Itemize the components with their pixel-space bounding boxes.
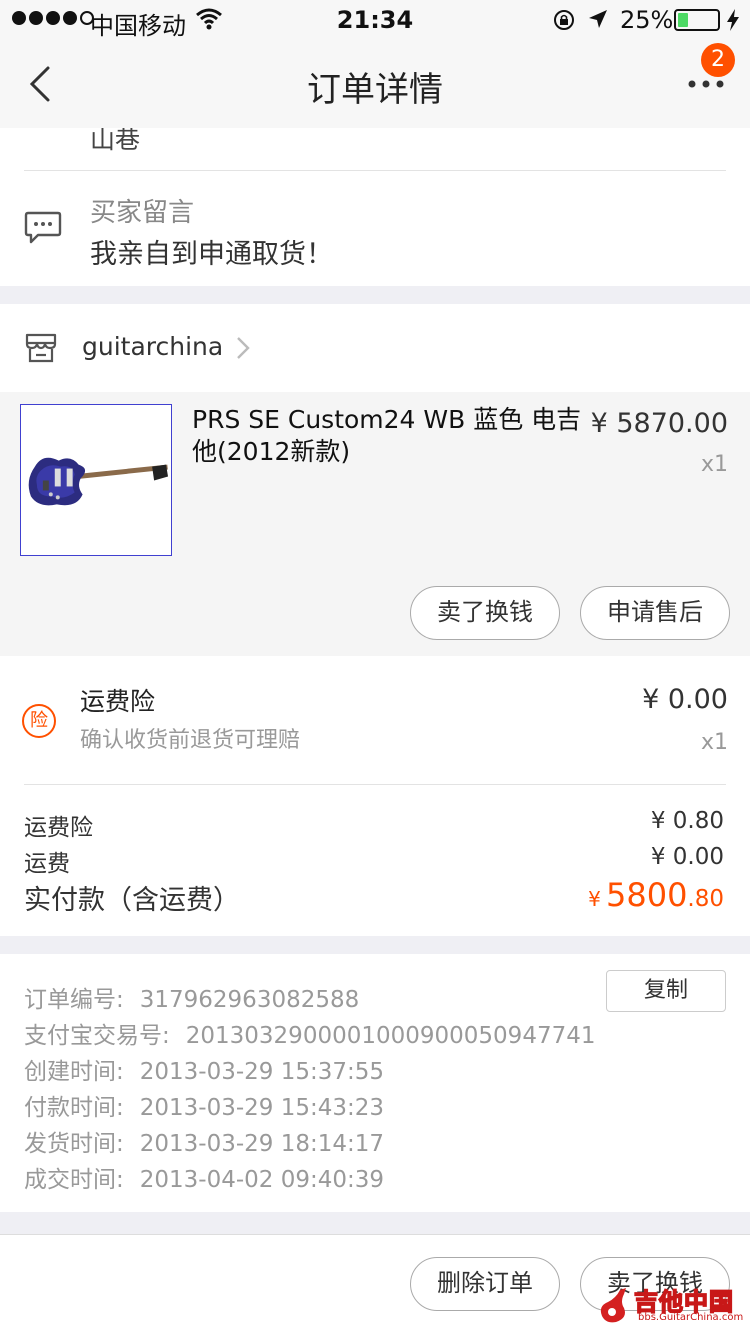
insurance-description: 确认收货前退货可理赔	[80, 728, 301, 753]
info-label: 支付宝交易号:	[24, 1023, 170, 1049]
insurance-name: 运费险	[80, 687, 156, 716]
order-number: 317962963082588	[139, 987, 360, 1013]
navigation-bar: 订单详情 2	[0, 40, 750, 128]
total-paid-label: 实付款（含运费）	[24, 885, 240, 916]
request-after-sales-button[interactable]: 申请售后	[580, 586, 730, 640]
shop-icon	[25, 333, 57, 363]
page-title: 订单详情	[307, 70, 443, 110]
info-label: 创建时间:	[24, 1059, 124, 1085]
shop-name[interactable]: guitarchina	[82, 332, 223, 361]
paid-time-row: 付款时间: 2013-03-29 15:43:23	[24, 1088, 384, 1122]
product-price: ¥ 5870.00	[590, 408, 728, 439]
shop-row[interactable]: guitarchina	[0, 304, 750, 392]
total-decimal: .80	[687, 886, 724, 912]
copy-button[interactable]: 复制	[606, 970, 726, 1012]
alipay-trade-number: 2013032900001000900050947741	[185, 1023, 596, 1049]
insurance-badge-icon: 险	[22, 704, 56, 738]
watermark-url: bbs.GuitarChina.com	[638, 1312, 744, 1323]
buyer-message-text: 我亲自到申通取货！	[90, 239, 333, 270]
guitar-image	[28, 457, 169, 506]
message-bubble-icon	[24, 211, 62, 244]
shipped-time-row: 发货时间: 2013-03-29 18:14:17	[24, 1124, 384, 1158]
created-time: 2013-03-29 15:37:55	[139, 1059, 385, 1085]
notification-badge: 2	[701, 43, 735, 77]
watermark: 吉他中国 bbs.GuitarChina.com	[596, 1282, 748, 1332]
chevron-right-icon	[237, 337, 250, 359]
status-bar: 中国移动 21:34 25%	[0, 0, 750, 40]
address-text: 山巷	[90, 128, 141, 154]
product-quantity: x1	[700, 452, 728, 477]
divider	[24, 784, 726, 785]
order-info-card: 订单编号: 317962963082588 复制 支付宝交易号: 201303290…	[0, 954, 750, 1212]
location-arrow-icon	[589, 10, 607, 28]
insurance-and-summary-card: 险 运费险 确认收货前退货可理赔 ¥ 0.00 x1 运费险 ¥ 0.80 运费…	[0, 656, 750, 936]
completed-time-row: 成交时间: 2013-04-02 09:40:39	[24, 1160, 384, 1194]
completed-time: 2013-04-02 09:40:39	[139, 1167, 385, 1193]
delete-order-button[interactable]: 删除订单	[410, 1257, 560, 1311]
summary-value-insurance: ¥ 0.80	[650, 808, 724, 834]
summary-value-shipping: ¥ 0.00	[650, 844, 724, 870]
product-thumbnail[interactable]	[20, 404, 172, 556]
charging-bolt-icon	[727, 9, 739, 31]
info-label: 订单编号:	[24, 987, 124, 1013]
alipay-trade-row: 支付宝交易号: 2013032900001000900050947741	[24, 1016, 595, 1050]
buyer-message-card: 山巷 买家留言 我亲自到申通取货！	[0, 128, 750, 286]
insurance-price: ¥ 0.00	[642, 684, 728, 715]
insurance-quantity: x1	[700, 730, 728, 755]
created-time-row: 创建时间: 2013-03-29 15:37:55	[24, 1052, 384, 1086]
order-item[interactable]: PRS SE Custom24 WB 蓝色 电吉他(2012新款) ¥ 5870…	[0, 392, 750, 656]
paid-time: 2013-03-29 15:43:23	[139, 1095, 385, 1121]
summary-label-insurance: 运费险	[24, 815, 93, 841]
battery-icon	[674, 9, 720, 31]
guitar-logo-icon	[600, 1288, 626, 1323]
summary-label-shipping: 运费	[24, 851, 70, 877]
order-number-row: 订单编号: 317962963082588	[24, 980, 359, 1014]
total-paid-amount: ¥ 5800.80	[588, 876, 724, 914]
shipped-time: 2013-03-29 18:14:17	[139, 1131, 385, 1157]
info-label: 付款时间:	[24, 1095, 124, 1121]
buyer-message-label: 买家留言	[90, 198, 195, 228]
info-label: 成交时间:	[24, 1167, 124, 1193]
total-currency: ¥	[588, 887, 601, 911]
rotation-lock-icon	[554, 10, 574, 30]
battery-percent: 25%	[620, 6, 674, 34]
divider	[24, 170, 726, 171]
info-label: 发货时间:	[24, 1131, 124, 1157]
product-title[interactable]: PRS SE Custom24 WB 蓝色 电吉他(2012新款)	[192, 404, 588, 468]
sell-for-cash-button[interactable]: 卖了换钱	[410, 586, 560, 640]
total-integer: 5800	[605, 876, 688, 914]
